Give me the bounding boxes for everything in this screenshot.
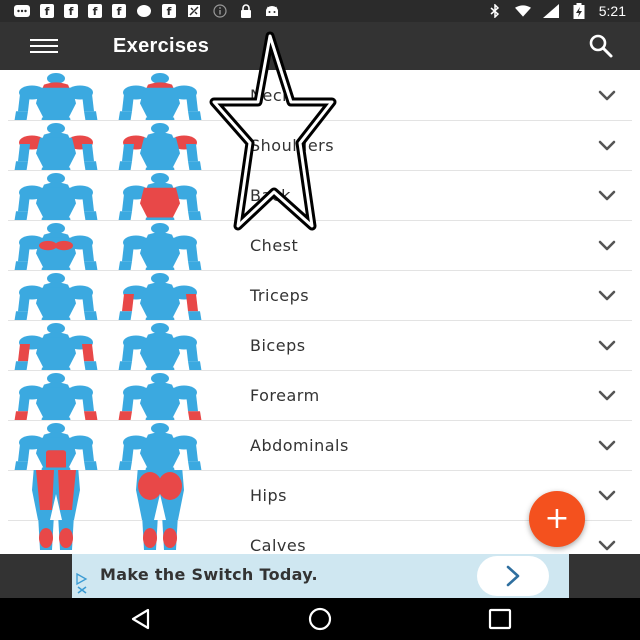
hamburger-menu-icon[interactable] <box>30 36 58 56</box>
exercise-row-chest[interactable]: Chest <box>8 220 632 279</box>
info-icon <box>212 4 228 18</box>
muscle-diagram <box>8 70 218 129</box>
exercise-row-back[interactable]: Back <box>8 170 632 229</box>
exercise-label: Shoulders <box>250 135 335 155</box>
muscle-diagram <box>8 270 218 329</box>
chevron-down-icon[interactable] <box>598 387 616 401</box>
muscle-diagram <box>8 320 218 379</box>
wifi-icon <box>514 4 531 18</box>
muscle-diagram <box>8 420 218 479</box>
muscle-diagram <box>8 370 218 429</box>
chevron-down-icon[interactable] <box>598 187 616 201</box>
add-exercise-button[interactable]: + <box>529 491 585 547</box>
exercise-list: Neck Shoulders Back Chest Triceps Biceps Forea… <box>0 70 640 554</box>
exercise-row-biceps[interactable]: Biceps <box>8 320 632 379</box>
exercise-row-forearm[interactable]: Forearm <box>8 370 632 429</box>
recents-icon[interactable] <box>487 606 513 632</box>
muscle-diagram <box>8 120 218 179</box>
muscle-diagram <box>8 220 218 279</box>
exercise-row-triceps[interactable]: Triceps <box>8 270 632 329</box>
facebook-icon: f <box>88 4 102 18</box>
chevron-down-icon[interactable] <box>598 337 616 351</box>
ad-open-button[interactable] <box>477 556 549 596</box>
chevron-down-icon[interactable] <box>598 437 616 451</box>
battery-charging-icon <box>571 3 587 19</box>
ad-text: Make the Switch Today. <box>100 565 318 584</box>
exercise-row-neck[interactable]: Neck <box>8 70 632 129</box>
exercise-label: Chest <box>250 235 299 255</box>
lock-icon <box>238 4 254 18</box>
chevron-right-icon <box>506 565 520 587</box>
exercise-label: Hips <box>250 485 287 505</box>
exercise-label: Forearm <box>250 385 320 405</box>
chevron-down-icon[interactable] <box>598 537 616 551</box>
system-nav-bar <box>0 598 640 640</box>
chevron-down-icon[interactable] <box>598 287 616 301</box>
exercise-row-shoulders[interactable]: Shoulders <box>8 120 632 179</box>
clock: 5:21 <box>598 3 626 19</box>
back-icon[interactable] <box>128 606 154 632</box>
muscle-diagram <box>8 466 218 520</box>
app-bar: Exercises <box>0 22 640 70</box>
exercise-label: Abdominals <box>250 435 349 455</box>
page-title: Exercises <box>113 34 210 57</box>
facebook-icon: f <box>112 4 126 18</box>
satellite-icon <box>186 4 202 18</box>
android-icon <box>264 4 280 18</box>
muscle-diagram <box>8 514 218 554</box>
muscle-diagram <box>8 170 218 229</box>
facebook-icon: f <box>64 4 78 18</box>
system-icons: 5:21 <box>487 3 640 19</box>
facebook-icon: f <box>162 4 176 18</box>
plus-icon: + <box>544 501 570 536</box>
exercise-label: Calves <box>250 535 307 555</box>
ad-banner-container: Make the Switch Today. <box>0 554 640 598</box>
signal-icon <box>542 4 559 18</box>
exercise-row-abs[interactable]: Abdominals <box>8 420 632 479</box>
facebook-icon: f <box>40 4 54 18</box>
chevron-down-icon[interactable] <box>598 87 616 101</box>
home-icon[interactable] <box>307 606 333 632</box>
exercise-label: Neck <box>250 85 292 105</box>
search-icon[interactable] <box>588 33 614 59</box>
exercise-label: Back <box>250 185 291 205</box>
notification-icons: f f f f f <box>0 4 280 18</box>
chevron-down-icon[interactable] <box>598 137 616 151</box>
status-bar: f f f f f 5:21 <box>0 0 640 22</box>
adchoices-icon[interactable] <box>74 572 94 596</box>
ad-banner[interactable]: Make the Switch Today. <box>72 554 569 598</box>
bluetooth-icon <box>487 4 503 18</box>
exercise-label: Triceps <box>250 285 310 305</box>
circle-icon <box>136 4 152 18</box>
chevron-down-icon[interactable] <box>598 487 616 501</box>
exercise-label: Biceps <box>250 335 306 355</box>
message-icon <box>14 4 30 18</box>
chevron-down-icon[interactable] <box>598 237 616 251</box>
